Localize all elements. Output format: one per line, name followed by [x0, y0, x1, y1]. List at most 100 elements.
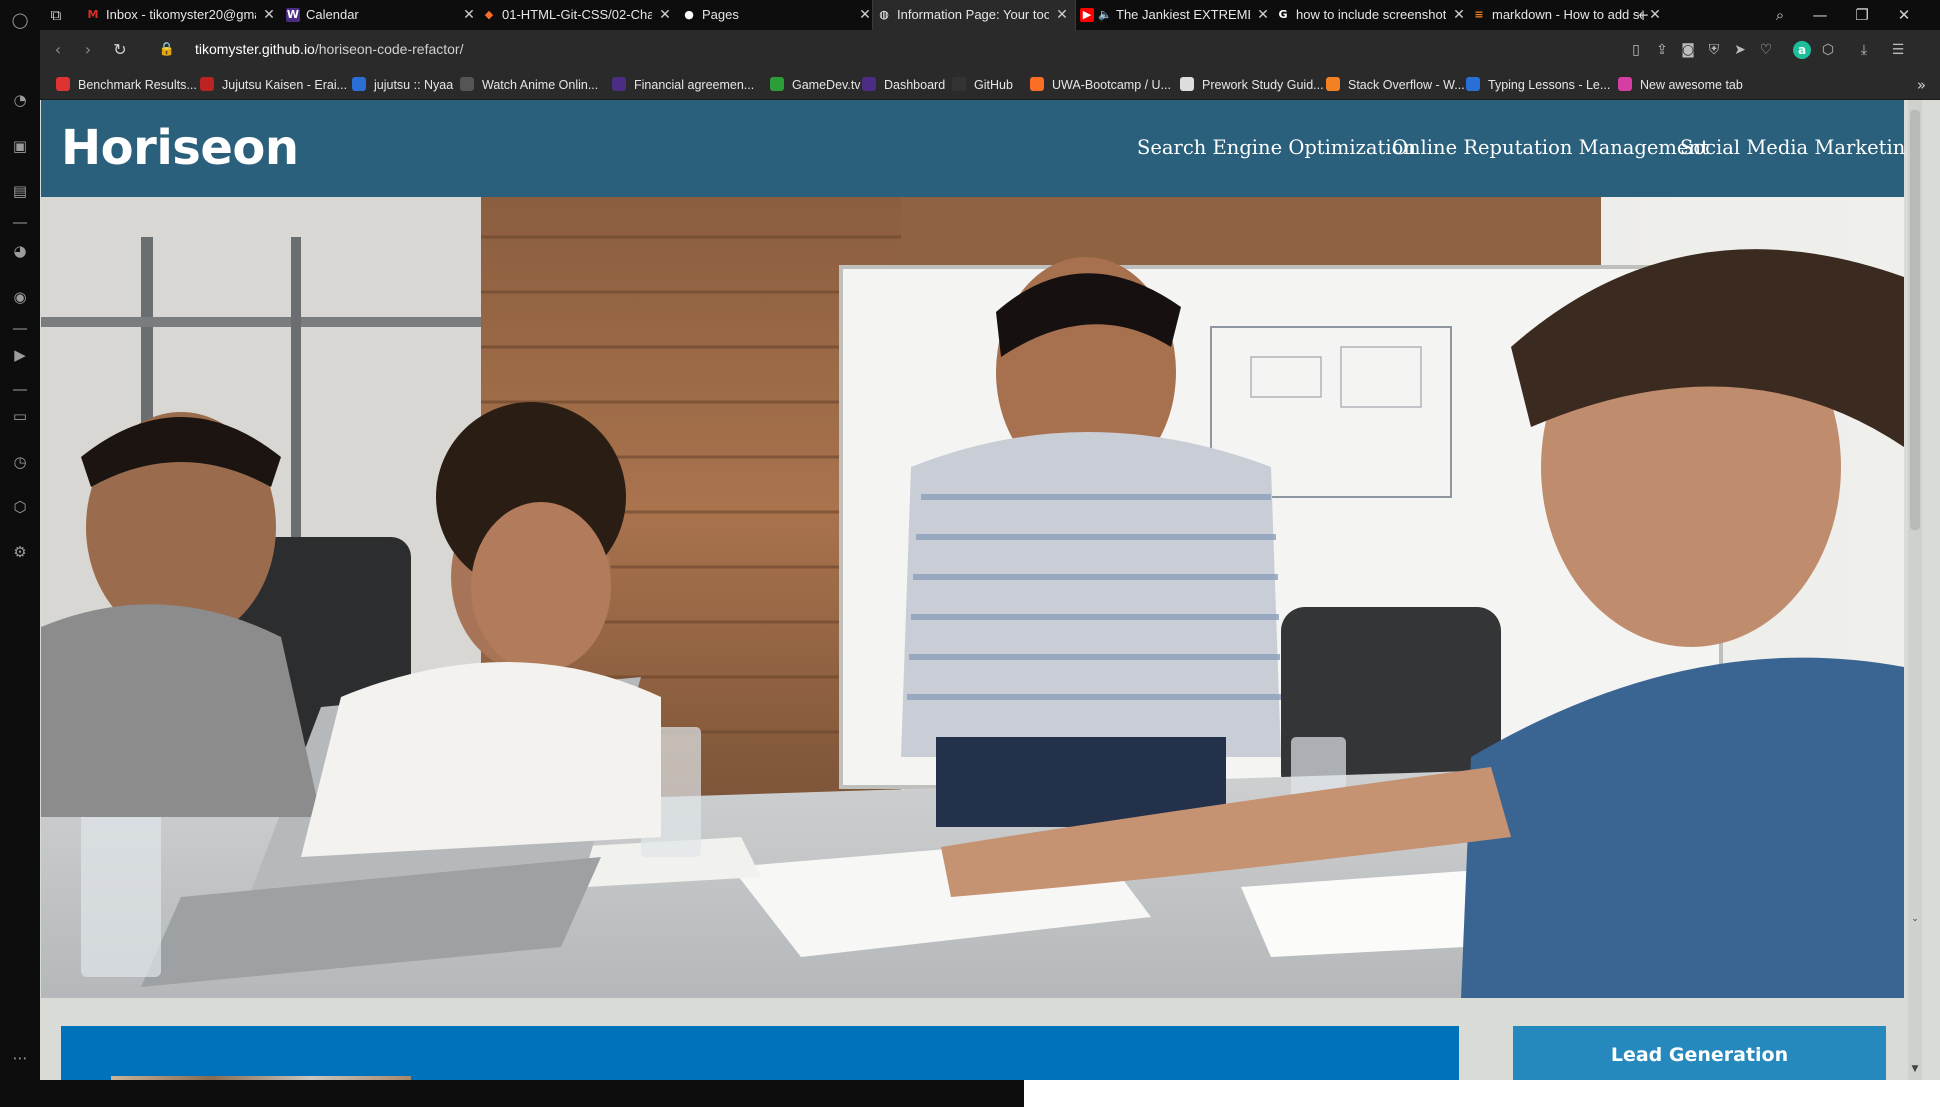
scroll-down-icon[interactable]: ▼: [1907, 1062, 1923, 1076]
bookmark-item[interactable]: Jujutsu Kaisen - Erai...: [200, 70, 347, 100]
bookmark-favicon-icon: [1466, 77, 1480, 91]
tab-close-icon[interactable]: ✕: [1256, 0, 1270, 30]
nav-link-seo[interactable]: Search Engine Optimization: [1137, 136, 1416, 159]
tab-information-page[interactable]: ◍ Information Page: Your too ✕: [872, 0, 1076, 30]
bookmark-label: Stack Overflow - W...: [1348, 78, 1465, 92]
briefcase-icon[interactable]: ▣: [10, 136, 30, 156]
bookmarks-overflow-icon[interactable]: »: [1917, 70, 1926, 100]
twitch-icon[interactable]: ▤: [10, 181, 30, 201]
history-icon[interactable]: ◷: [10, 452, 30, 472]
close-window-icon[interactable]: ✕: [1892, 0, 1916, 30]
bookmark-label: New awesome tab: [1640, 78, 1743, 92]
scrollbar-thumb[interactable]: [1910, 110, 1920, 530]
tab-stackoverflow[interactable]: ≡ markdown - How to add sc ✕: [1468, 0, 1668, 30]
bookmark-favicon-icon: [200, 77, 214, 91]
tab-title: The Jankiest EXTREME C: [1116, 7, 1250, 22]
page-viewport: Horiseon Search Engine Optimization Onli…: [40, 100, 1940, 1080]
youtube-icon: ▶: [1080, 8, 1094, 22]
tab-close-icon[interactable]: ✕: [1648, 0, 1662, 30]
bookmark-item[interactable]: New awesome tab: [1618, 70, 1743, 100]
bookmark-item[interactable]: Typing Lessons - Le...: [1466, 70, 1610, 100]
bookmark-favicon-icon: [1030, 77, 1044, 91]
more-options-icon[interactable]: ⋯: [10, 1048, 30, 1068]
extensions-cube-icon[interactable]: ⬡: [1819, 41, 1837, 59]
tab-close-icon[interactable]: ✕: [262, 0, 276, 30]
tab-youtube[interactable]: ▶ The Jankiest EXTREME C ✕ 🔈: [1076, 0, 1276, 30]
player-icon[interactable]: ▶: [10, 345, 30, 365]
speed-dial-icon[interactable]: ◔: [10, 90, 30, 110]
browser-sidebar: ◯ ◔ ▣ ▤ ◕ ◉ ▶ ▭ ◷ ⬡ ⚙ ⋯: [0, 0, 40, 1107]
site-header: Horiseon Search Engine Optimization Onli…: [41, 100, 1918, 197]
forward-icon[interactable]: ›: [76, 38, 100, 62]
reader-view-icon[interactable]: ▯: [1627, 41, 1645, 59]
url-field[interactable]: tikomyster.github.io/horiseon-code-refac…: [195, 41, 463, 57]
tab-close-icon[interactable]: ✕: [658, 0, 672, 30]
url-path: /horiseon-code-refactor/: [314, 41, 464, 57]
tab-close-icon[interactable]: ✕: [1452, 0, 1466, 30]
minimize-icon[interactable]: —: [1808, 0, 1832, 30]
heart-icon[interactable]: ♡: [1757, 41, 1775, 59]
tab-google-search[interactable]: Ghow to include screenshot ✕: [1272, 0, 1472, 30]
tab-close-icon[interactable]: ✕: [858, 0, 872, 30]
tab-github-pages[interactable]: ● Pages ✕: [678, 0, 878, 30]
tab-title: markdown - How to add sc: [1492, 7, 1642, 22]
tab-gitlab[interactable]: ◆ 01-HTML-Git-CSS/02-Chall ✕: [478, 0, 678, 30]
nav-link-reputation[interactable]: Online Reputation Management: [1392, 136, 1709, 159]
bookmark-favicon-icon: [612, 77, 626, 91]
twitter-icon[interactable]: ◉: [10, 287, 30, 307]
tab-title: Calendar: [306, 7, 359, 22]
tab-title: Inbox - tikomyster20@gma: [106, 7, 256, 22]
tab-bar: ⧉ + ⌕ — ❐ ✕ M Inbox - tikomyster20@gma ✕ W C…: [40, 0, 1940, 30]
google-icon: G: [1278, 8, 1288, 21]
github-icon: ●: [684, 8, 694, 21]
tab-search-icon[interactable]: ⌕: [1768, 0, 1792, 30]
extensions-box-icon[interactable]: ⬡: [10, 497, 30, 517]
back-icon[interactable]: ‹: [46, 38, 70, 62]
bookmark-item[interactable]: Stack Overflow - W...: [1326, 70, 1465, 100]
bookmark-item[interactable]: GitHub: [952, 70, 1013, 100]
tab-calendar[interactable]: W Calendar ✕: [282, 0, 482, 30]
grammarly-icon[interactable]: a: [1793, 41, 1811, 59]
tab-title: how to include screenshot: [1296, 7, 1446, 22]
bookmark-label: UWA-Bootcamp / U...: [1052, 78, 1172, 92]
send-icon[interactable]: ➤: [1731, 41, 1749, 59]
bookmark-item[interactable]: Dashboard: [862, 70, 945, 100]
site-logo[interactable]: Horiseon: [61, 120, 299, 176]
adblock-shield-icon[interactable]: ⛨: [1705, 41, 1723, 59]
easy-setup-icon[interactable]: ☰: [1889, 41, 1907, 59]
bookmark-item[interactable]: jujutsu :: Nyaa: [352, 70, 453, 100]
bookmark-item[interactable]: Financial agreemen...: [612, 70, 754, 100]
tab-close-icon[interactable]: ✕: [1055, 0, 1069, 30]
bookmark-item[interactable]: Benchmark Results...: [56, 70, 197, 100]
bookmark-favicon-icon: [862, 77, 876, 91]
restore-icon[interactable]: ❐: [1850, 0, 1874, 30]
tab-audio-icon[interactable]: 🔈: [1098, 0, 1112, 30]
sidebar-divider: [13, 222, 27, 224]
taskbar-right: [1024, 1080, 1940, 1107]
bookmark-item[interactable]: GameDev.tv: [770, 70, 861, 100]
bookmark-favicon-icon: [460, 77, 474, 91]
bookmark-favicon-icon: [56, 77, 70, 91]
snapshot-icon[interactable]: ◙: [1679, 41, 1697, 59]
lead-generation-card: Lead Generation: [1513, 1026, 1886, 1080]
bookmark-item[interactable]: UWA-Bootcamp / U...: [1030, 70, 1171, 100]
share-icon[interactable]: ⇪: [1653, 41, 1671, 59]
bookmark-label: Dashboard: [884, 78, 946, 92]
tab-menu-icon[interactable]: ⧉: [44, 0, 68, 30]
download-icon[interactable]: ⤓: [1855, 41, 1873, 59]
messenger-icon[interactable]: ◕: [10, 241, 30, 261]
hero-image: [41, 197, 1904, 998]
messages-icon[interactable]: ▭: [10, 406, 30, 426]
bookmark-label: GitHub: [974, 78, 1013, 92]
nav-link-social-media[interactable]: Social Media Marketing: [1680, 136, 1918, 159]
bookmark-favicon-icon: [352, 77, 366, 91]
settings-gear-icon[interactable]: ⚙: [10, 542, 30, 562]
tab-gmail[interactable]: M Inbox - tikomyster20@gma ✕: [82, 0, 282, 30]
bookmark-label: Watch Anime Onlin...: [482, 78, 599, 92]
bookmark-item[interactable]: Watch Anime Onlin...: [460, 70, 598, 100]
reload-icon[interactable]: ↻: [108, 38, 132, 62]
opera-logo-icon[interactable]: ◯: [10, 10, 30, 30]
tab-close-icon[interactable]: ✕: [462, 0, 476, 30]
scroll-arrow-mid-icon[interactable]: ⌄: [1907, 912, 1923, 926]
bookmark-item[interactable]: Prework Study Guid...: [1180, 70, 1324, 100]
